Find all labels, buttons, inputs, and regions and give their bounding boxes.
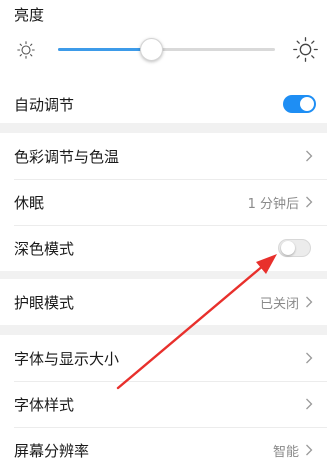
section-divider bbox=[0, 325, 327, 335]
toggle-knob bbox=[281, 241, 295, 255]
section-divider bbox=[0, 271, 327, 279]
toggle-knob bbox=[300, 97, 314, 111]
sleep-value: 1 分钟后 bbox=[247, 196, 299, 212]
color-temperature-label: 色彩调节与色温 bbox=[14, 147, 120, 166]
eye-care-row[interactable]: 护眼模式 已关闭 bbox=[0, 279, 327, 325]
brightness-slider[interactable] bbox=[58, 48, 275, 51]
brightness-section: 亮度 自动调节 bbox=[0, 0, 327, 123]
font-size-row[interactable]: 字体与显示大小 bbox=[0, 335, 327, 381]
font-size-label: 字体与显示大小 bbox=[14, 349, 120, 368]
auto-brightness-toggle[interactable] bbox=[283, 95, 316, 113]
chevron-right-icon bbox=[306, 444, 313, 456]
sun-dim-icon bbox=[17, 41, 35, 59]
chevron-right-icon bbox=[306, 196, 313, 208]
font-group: 字体与显示大小 字体样式 屏幕分辨率 智能 bbox=[0, 335, 327, 462]
color-temperature-row[interactable]: 色彩调节与色温 bbox=[0, 133, 327, 179]
chevron-right-icon bbox=[306, 296, 313, 308]
font-style-row[interactable]: 字体样式 bbox=[0, 381, 327, 427]
resolution-value: 智能 bbox=[272, 444, 299, 460]
sun-bright-icon bbox=[293, 37, 318, 62]
eye-care-label: 护眼模式 bbox=[14, 293, 75, 312]
sleep-row[interactable]: 休眠 1 分钟后 bbox=[0, 179, 327, 225]
brightness-slider-thumb[interactable] bbox=[140, 38, 164, 61]
eye-care-value: 已关闭 bbox=[259, 296, 299, 312]
eye-care-group: 护眼模式 已关闭 bbox=[0, 279, 327, 325]
display-group: 色彩调节与色温 休眠 1 分钟后 深色模式 bbox=[0, 133, 327, 271]
auto-brightness-label: 自动调节 bbox=[14, 96, 75, 114]
font-style-label: 字体样式 bbox=[14, 395, 75, 414]
chevron-right-icon bbox=[306, 352, 313, 364]
dark-mode-label: 深色模式 bbox=[14, 239, 75, 258]
resolution-label: 屏幕分辨率 bbox=[14, 441, 90, 460]
chevron-right-icon bbox=[306, 150, 313, 162]
section-divider bbox=[0, 123, 327, 133]
sleep-label: 休眠 bbox=[14, 193, 45, 212]
brightness-slider-fill bbox=[58, 48, 152, 51]
resolution-row[interactable]: 屏幕分辨率 智能 bbox=[0, 427, 327, 462]
dark-mode-toggle[interactable] bbox=[278, 239, 311, 257]
chevron-right-icon bbox=[306, 398, 313, 410]
dark-mode-row[interactable]: 深色模式 bbox=[0, 225, 327, 271]
brightness-title: 亮度 bbox=[14, 6, 45, 24]
